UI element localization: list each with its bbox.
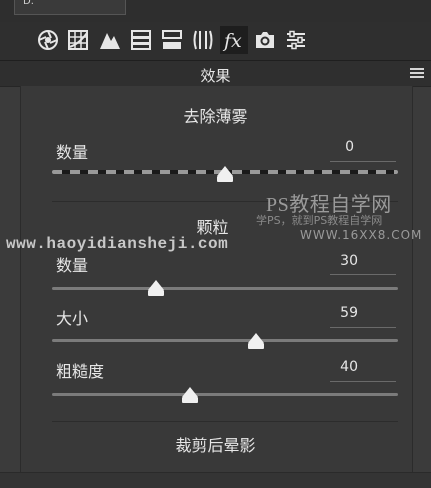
grain-amount-underline [330, 274, 396, 275]
basic-tab[interactable] [34, 26, 62, 54]
top-tab[interactable]: D. [14, 0, 126, 15]
top-tab-label: D. [23, 0, 34, 7]
grain-roughness-value[interactable]: 40 [318, 359, 358, 375]
grain-size-value[interactable]: 59 [318, 305, 358, 321]
panel-menu-icon[interactable] [410, 68, 424, 78]
aperture-icon [38, 30, 58, 50]
panel-toolbar: fx [0, 22, 431, 61]
grain-amount-slider[interactable] [52, 287, 398, 290]
grain-size-slider[interactable] [52, 339, 398, 342]
mountain-icon [100, 33, 120, 49]
sliders-icon [287, 30, 305, 50]
bottom-strip [0, 472, 431, 488]
dehaze-title: 去除薄雾 [183, 107, 248, 126]
split-toning-icon [131, 30, 151, 50]
grain-roughness-underline [330, 381, 396, 382]
dehaze-amount-label: 数量 [56, 143, 89, 162]
top-strip: D. [0, 0, 431, 22]
camera-calibration-tab[interactable] [251, 26, 279, 54]
hsl-bars-icon [162, 30, 182, 49]
effects-panel-window: D. fx 效果 去除薄雾 数量 0 颗粒 数量 30 大小 59 粗糙度 40… [0, 0, 431, 488]
site-url-watermark: www.haoyidiansheji.com [6, 235, 229, 253]
grain-amount-value[interactable]: 30 [318, 253, 358, 269]
grain-amount-label: 数量 [56, 256, 89, 275]
split-toning-tab[interactable] [158, 26, 186, 54]
tone-curve-tab[interactable] [64, 26, 92, 54]
hsl-tab[interactable] [127, 26, 155, 54]
vignette-title: 裁剪后晕影 [175, 436, 256, 455]
presets-tab[interactable] [282, 26, 310, 54]
site-url-watermark-small: WWW.16XX8.COM [300, 228, 423, 242]
grain-roughness-label: 粗糙度 [56, 362, 105, 381]
camera-icon [256, 32, 274, 48]
grid-icon [68, 30, 88, 50]
ps-watermark-subtitle: 学PS，就到PS教程自学网 [256, 214, 383, 227]
divider [52, 421, 398, 422]
lens-correction-icon [193, 30, 213, 50]
grain-size-underline [330, 327, 396, 328]
dehaze-amount-underline [330, 161, 396, 162]
dehaze-amount-value[interactable]: 0 [314, 139, 354, 155]
effects-section-header: 效果 [0, 61, 431, 87]
effects-tab[interactable]: fx [220, 26, 248, 54]
detail-tab[interactable] [96, 26, 124, 54]
fx-icon: fx [222, 30, 242, 52]
svg-text:fx: fx [222, 30, 242, 52]
grain-roughness-slider[interactable] [52, 393, 398, 396]
effects-section-title: 效果 [200, 67, 231, 85]
grain-size-label: 大小 [56, 309, 89, 328]
lens-corrections-tab[interactable] [189, 26, 217, 54]
